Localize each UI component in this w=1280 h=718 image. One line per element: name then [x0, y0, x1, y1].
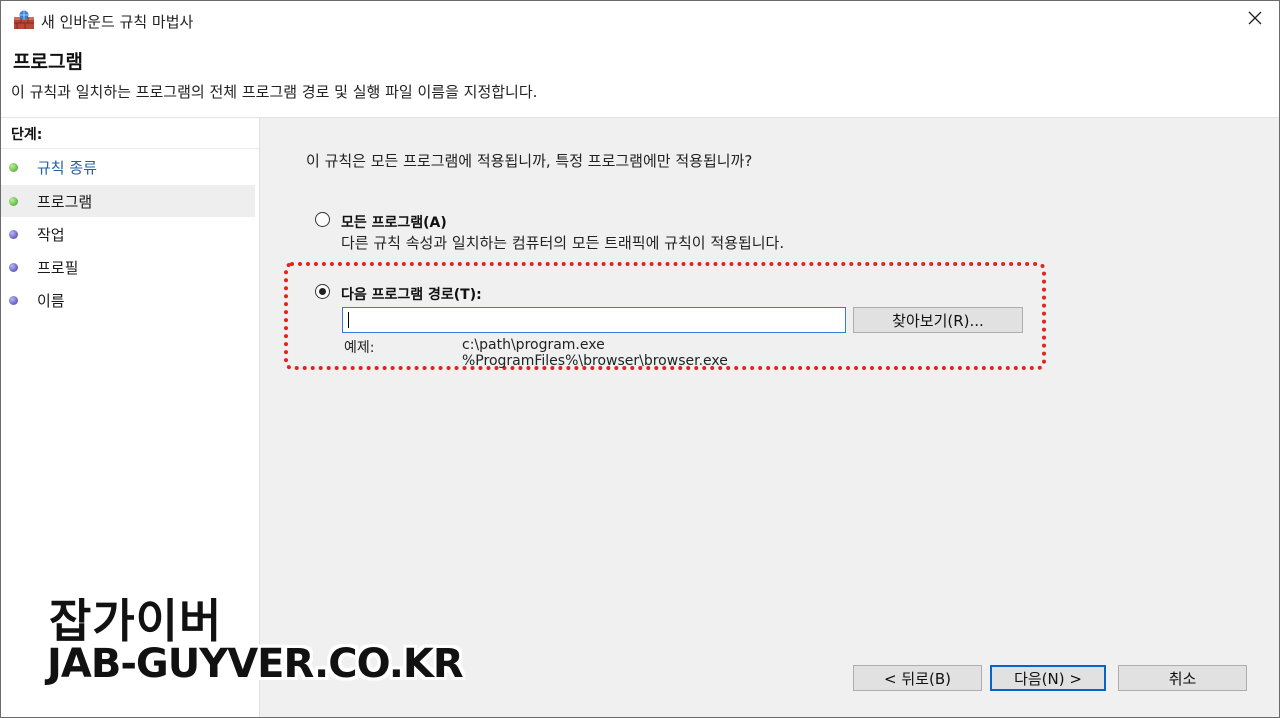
next-button[interactable]: 다음(N) > — [990, 665, 1106, 691]
step-label: 규칙 종류 — [37, 159, 97, 177]
step-name: 이름 — [1, 284, 255, 316]
all-programs-description: 다른 규칙 속성과 일치하는 컴퓨터의 모든 트래픽에 규칙이 적용됩니다. — [341, 234, 785, 252]
cancel-button[interactable]: 취소 — [1118, 665, 1247, 691]
close-icon — [1247, 10, 1263, 30]
steps-divider — [1, 148, 259, 149]
step-label: 프로그램 — [37, 193, 93, 211]
title-bar: 새 인바운드 규칙 마법사 — [1, 1, 1279, 39]
all-programs-radio[interactable] — [315, 212, 330, 227]
step-label: 프로필 — [37, 259, 79, 277]
program-path-input[interactable] — [342, 307, 846, 333]
step-action: 작업 — [1, 218, 255, 250]
step-pending-bullet-icon — [9, 263, 18, 272]
step-complete-bullet-icon — [9, 163, 18, 172]
close-button[interactable] — [1241, 7, 1269, 33]
step-pending-bullet-icon — [9, 230, 18, 239]
wizard-window: 새 인바운드 규칙 마법사 프로그램 이 규칙과 일치하는 프로그램의 전체 프… — [0, 0, 1280, 718]
step-complete-bullet-icon — [9, 197, 18, 206]
example-label: 예제: — [344, 340, 375, 356]
wizard-header: 프로그램 이 규칙과 일치하는 프로그램의 전체 프로그램 경로 및 실행 파일… — [1, 39, 1279, 118]
step-label: 작업 — [37, 226, 65, 244]
step-rule-type[interactable]: 규칙 종류 — [1, 151, 255, 183]
browse-button[interactable]: 찾아보기(R)... — [853, 307, 1023, 333]
step-label: 이름 — [37, 292, 65, 310]
back-button[interactable]: < 뒤로(B) — [853, 665, 982, 691]
scope-question: 이 규칙은 모든 프로그램에 적용됩니까, 특정 프로그램에만 적용됩니까? — [306, 152, 753, 170]
page-description: 이 규칙과 일치하는 프로그램의 전체 프로그램 경로 및 실행 파일 이름을 … — [11, 83, 538, 101]
step-program[interactable]: 프로그램 — [1, 185, 255, 217]
page-title: 프로그램 — [13, 51, 83, 73]
main-panel: 이 규칙은 모든 프로그램에 적용됩니까, 특정 프로그램에만 적용됩니까? 모… — [260, 118, 1279, 717]
steps-heading: 단계: — [11, 127, 43, 143]
window-title: 새 인바운드 규칙 마법사 — [41, 13, 194, 31]
program-path-label[interactable]: 다음 프로그램 경로(T): — [341, 284, 482, 304]
example-path-2: %ProgramFiles%\browser\browser.exe — [462, 353, 728, 369]
example-path-1: c:\path\program.exe — [462, 337, 605, 353]
text-caret — [348, 312, 349, 328]
firewall-wizard-icon — [13, 10, 35, 30]
step-profile: 프로필 — [1, 251, 255, 283]
program-path-radio[interactable] — [315, 284, 330, 299]
all-programs-label[interactable]: 모든 프로그램(A) — [341, 212, 447, 232]
watermark-domain: JAB-GUYVER.CO.KR — [47, 641, 464, 687]
step-pending-bullet-icon — [9, 296, 18, 305]
